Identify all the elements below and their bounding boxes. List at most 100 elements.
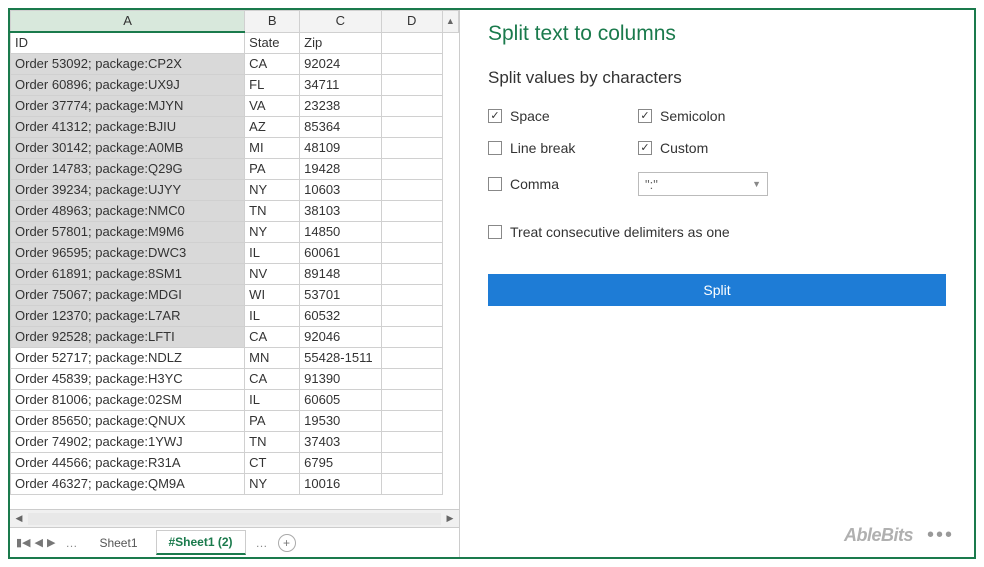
scroll-right-icon[interactable]: ▶ bbox=[441, 513, 459, 524]
col-header-c[interactable]: C bbox=[300, 11, 381, 33]
cell-state[interactable]: NY bbox=[245, 222, 300, 243]
cell-zip[interactable]: 14850 bbox=[300, 222, 381, 243]
cell-id[interactable]: Order 39234; package:UJYY bbox=[11, 180, 245, 201]
cell-id[interactable]: Order 45839; package:H3YC bbox=[11, 369, 245, 390]
cell-id[interactable]: Order 53092; package:CP2X bbox=[11, 54, 245, 75]
cell-empty[interactable] bbox=[381, 159, 442, 180]
cell-empty[interactable] bbox=[381, 306, 442, 327]
cell-empty[interactable] bbox=[381, 117, 442, 138]
cell-id[interactable]: Order 12370; package:L7AR bbox=[11, 306, 245, 327]
checkbox-comma[interactable]: Comma bbox=[488, 172, 628, 196]
cell-empty[interactable] bbox=[381, 432, 442, 453]
table-row[interactable]: Order 30142; package:A0MBMI48109 bbox=[11, 138, 459, 159]
cell-id[interactable]: Order 61891; package:8SM1 bbox=[11, 264, 245, 285]
cell-id[interactable]: Order 75067; package:MDGI bbox=[11, 285, 245, 306]
table-row[interactable]: Order 61891; package:8SM1NV89148 bbox=[11, 264, 459, 285]
checkbox-linebreak[interactable]: Line break bbox=[488, 140, 628, 156]
cell-state[interactable]: CA bbox=[245, 327, 300, 348]
cell-state[interactable]: CA bbox=[245, 369, 300, 390]
spreadsheet-grid[interactable]: A B C D ▲ IDStateZipOrder 53092; package… bbox=[10, 10, 459, 495]
table-row[interactable]: Order 75067; package:MDGIWI53701 bbox=[11, 285, 459, 306]
col-header-a[interactable]: A bbox=[11, 11, 245, 33]
table-row[interactable]: Order 92528; package:LFTICA92046 bbox=[11, 327, 459, 348]
table-row[interactable]: Order 12370; package:L7ARIL60532 bbox=[11, 306, 459, 327]
cell-state[interactable]: IL bbox=[245, 306, 300, 327]
cell-id[interactable]: Order 46327; package:QM9A bbox=[11, 474, 245, 495]
col-header-d[interactable]: D bbox=[381, 11, 442, 33]
cell-empty[interactable] bbox=[381, 474, 442, 495]
cell-zip[interactable]: 48109 bbox=[300, 138, 381, 159]
cell-empty[interactable] bbox=[381, 369, 442, 390]
cell-id[interactable]: Order 57801; package:M9M6 bbox=[11, 222, 245, 243]
cell-id[interactable]: Order 60896; package:UX9J bbox=[11, 75, 245, 96]
cell-id[interactable]: Order 92528; package:LFTI bbox=[11, 327, 245, 348]
cell-zip[interactable]: 55428-1511 bbox=[300, 348, 381, 369]
cell-empty[interactable] bbox=[381, 75, 442, 96]
horizontal-scrollbar[interactable]: ◀ ▶ bbox=[10, 509, 459, 527]
tab-prev-icon[interactable]: ◀ bbox=[35, 536, 43, 549]
tab-overflow-left[interactable]: … bbox=[61, 536, 81, 550]
table-row[interactable]: Order 81006; package:02SMIL60605 bbox=[11, 390, 459, 411]
table-row[interactable]: Order 44566; package:R31ACT6795 bbox=[11, 453, 459, 474]
cell-zip[interactable]: 89148 bbox=[300, 264, 381, 285]
tab-sheet1[interactable]: Sheet1 bbox=[87, 532, 149, 554]
cell-empty[interactable] bbox=[381, 96, 442, 117]
cell-zip[interactable]: 34711 bbox=[300, 75, 381, 96]
cell-zip[interactable]: 23238 bbox=[300, 96, 381, 117]
cell-zip[interactable]: 92046 bbox=[300, 327, 381, 348]
tab-first-icon[interactable]: ▮◀ bbox=[16, 536, 31, 549]
table-row[interactable]: Order 74902; package:1YWJTN37403 bbox=[11, 432, 459, 453]
cell-id[interactable]: Order 30142; package:A0MB bbox=[11, 138, 245, 159]
scroll-left-icon[interactable]: ◀ bbox=[10, 513, 28, 524]
tab-next-icon[interactable]: ▶ bbox=[47, 536, 55, 549]
cell-state[interactable]: AZ bbox=[245, 117, 300, 138]
scroll-up-icon[interactable]: ▲ bbox=[447, 12, 454, 30]
cell-state[interactable]: IL bbox=[245, 243, 300, 264]
checkbox-treat-consecutive[interactable]: Treat consecutive delimiters as one bbox=[488, 224, 946, 240]
table-row[interactable]: Order 53092; package:CP2XCA92024 bbox=[11, 54, 459, 75]
cell-id[interactable]: Order 14783; package:Q29G bbox=[11, 159, 245, 180]
cell-id[interactable]: Order 96595; package:DWC3 bbox=[11, 243, 245, 264]
table-row[interactable]: Order 37774; package:MJYNVA23238 bbox=[11, 96, 459, 117]
cell-empty[interactable] bbox=[381, 348, 442, 369]
cell-state[interactable]: MI bbox=[245, 138, 300, 159]
cell-zip[interactable]: 60061 bbox=[300, 243, 381, 264]
cell-empty[interactable] bbox=[381, 264, 442, 285]
cell-empty[interactable] bbox=[381, 453, 442, 474]
cell-zip[interactable]: 10603 bbox=[300, 180, 381, 201]
cell-id[interactable]: Order 48963; package:NMC0 bbox=[11, 201, 245, 222]
cell-state[interactable]: NY bbox=[245, 180, 300, 201]
cell-empty[interactable] bbox=[381, 138, 442, 159]
cell-zip[interactable]: 91390 bbox=[300, 369, 381, 390]
cell-state[interactable]: MN bbox=[245, 348, 300, 369]
table-row[interactable]: Order 52717; package:NDLZMN55428-1511 bbox=[11, 348, 459, 369]
tab-overflow-right[interactable]: … bbox=[252, 536, 272, 550]
cell[interactable] bbox=[381, 32, 442, 54]
cell-id[interactable]: Order 81006; package:02SM bbox=[11, 390, 245, 411]
cell-empty[interactable] bbox=[381, 180, 442, 201]
cell-id[interactable]: Order 41312; package:BJIU bbox=[11, 117, 245, 138]
table-row[interactable]: Order 46327; package:QM9ANY10016 bbox=[11, 474, 459, 495]
cell-id[interactable]: Order 37774; package:MJYN bbox=[11, 96, 245, 117]
cell-zip[interactable]: 85364 bbox=[300, 117, 381, 138]
cell-id[interactable]: Order 44566; package:R31A bbox=[11, 453, 245, 474]
tab-sheet1-2[interactable]: #Sheet1 (2) bbox=[156, 530, 246, 555]
cell[interactable]: State bbox=[245, 32, 300, 54]
cell-empty[interactable] bbox=[381, 390, 442, 411]
cell-id[interactable]: Order 85650; package:QNUX bbox=[11, 411, 245, 432]
cell-empty[interactable] bbox=[381, 285, 442, 306]
cell-empty[interactable] bbox=[381, 201, 442, 222]
cell-zip[interactable]: 60532 bbox=[300, 306, 381, 327]
cell-state[interactable]: FL bbox=[245, 75, 300, 96]
cell-empty[interactable] bbox=[381, 243, 442, 264]
split-button[interactable]: Split bbox=[488, 274, 946, 306]
cell-id[interactable]: Order 52717; package:NDLZ bbox=[11, 348, 245, 369]
cell-state[interactable]: IL bbox=[245, 390, 300, 411]
cell-state[interactable]: CT bbox=[245, 453, 300, 474]
table-row[interactable]: Order 41312; package:BJIUAZ85364 bbox=[11, 117, 459, 138]
cell-state[interactable]: TN bbox=[245, 432, 300, 453]
cell-state[interactable]: NV bbox=[245, 264, 300, 285]
more-icon[interactable]: ••• bbox=[927, 524, 954, 547]
vertical-scrollbar[interactable]: ▲ bbox=[442, 11, 458, 33]
cell-state[interactable]: WI bbox=[245, 285, 300, 306]
